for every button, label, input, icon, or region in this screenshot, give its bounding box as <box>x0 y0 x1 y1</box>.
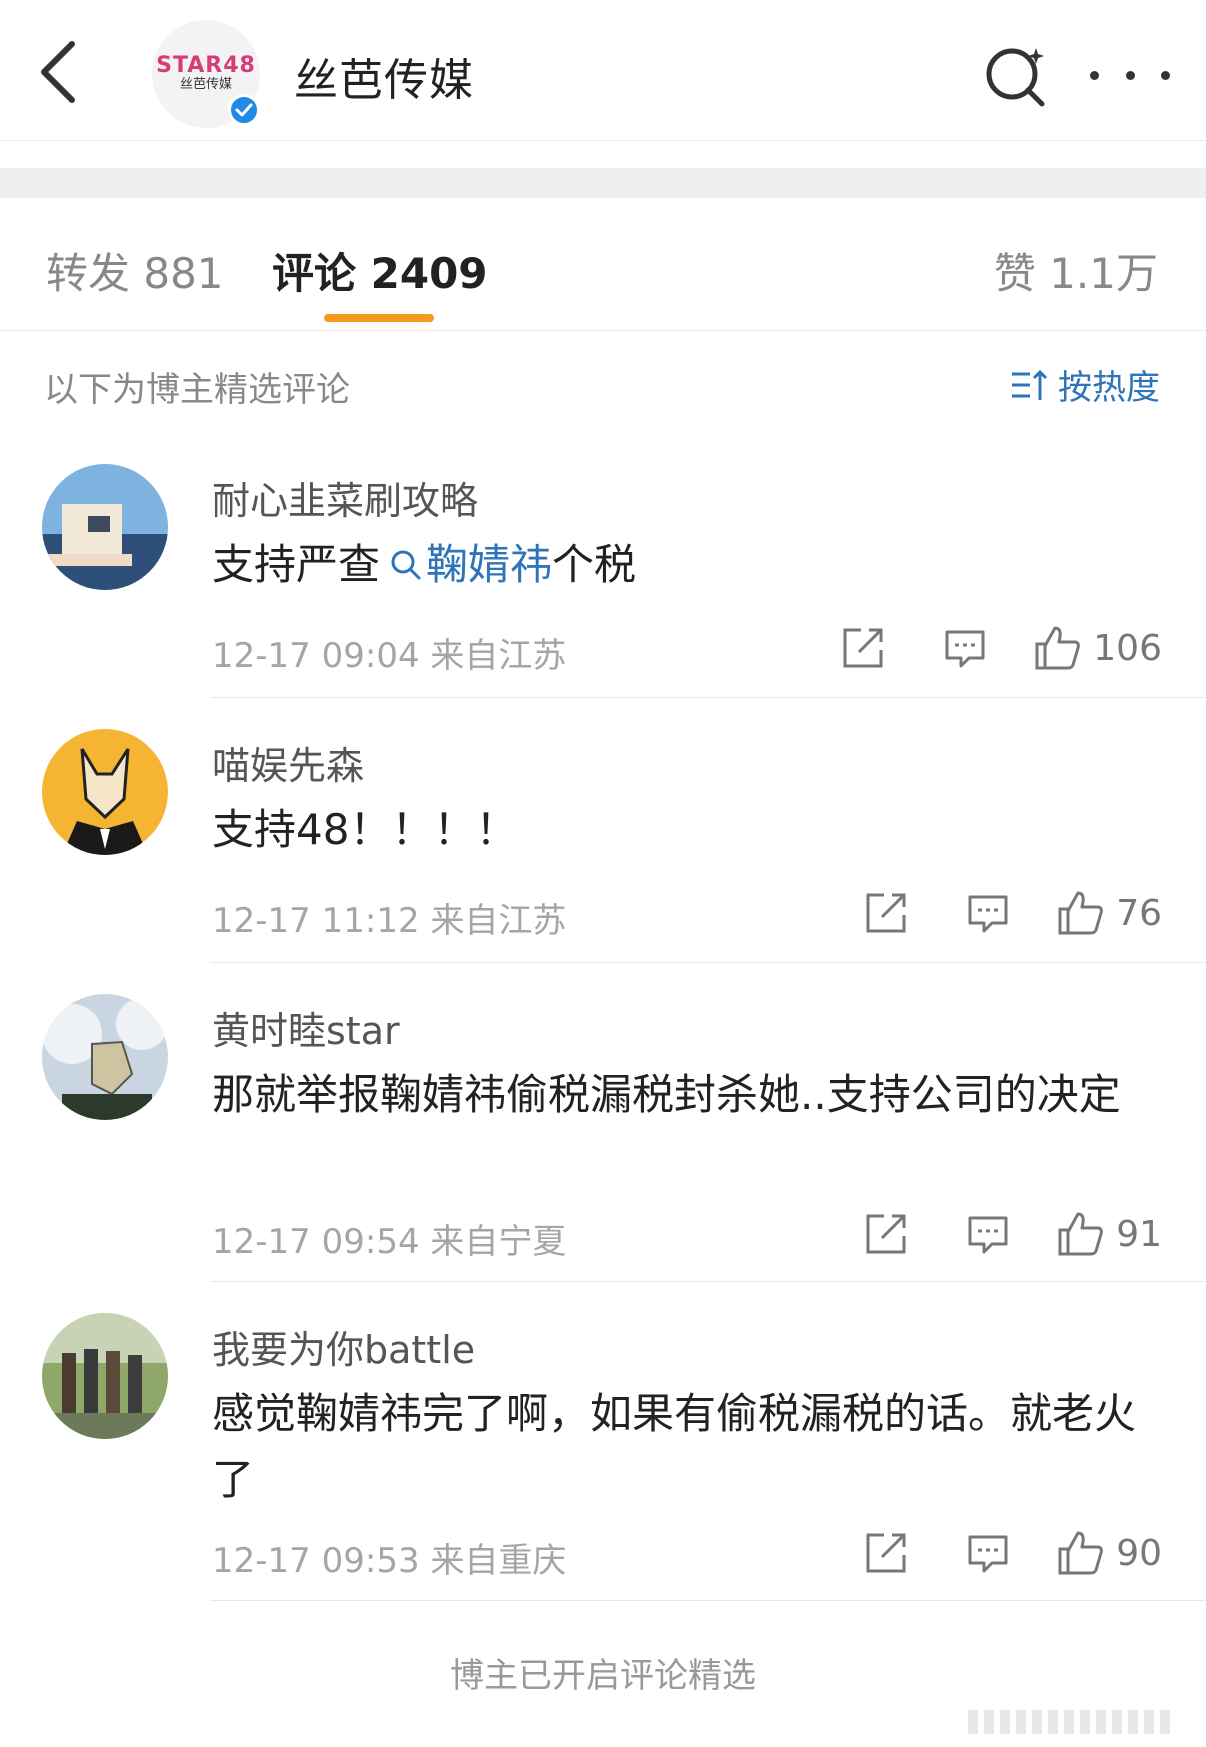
like-button[interactable]: 90 <box>1056 1529 1162 1577</box>
like-count: 90 <box>1116 1532 1162 1574</box>
comment-author[interactable]: 黄时睦star <box>212 1000 400 1055</box>
comment-author[interactable]: 我要为你battle <box>212 1319 475 1374</box>
sort-button[interactable]: 按热度 <box>1010 360 1160 409</box>
avatar[interactable] <box>42 729 168 855</box>
back-arrow-icon <box>41 41 75 103</box>
back-button[interactable] <box>28 36 88 108</box>
topic-link-label: 鞠婧祎 <box>426 540 553 589</box>
comment-icon <box>968 1216 1008 1254</box>
reply-button[interactable] <box>960 885 1016 941</box>
watermark-glyph <box>968 1710 1170 1734</box>
comment-item: 黄时睦star 那就举报鞠婧祎偷税漏税封杀她..支持公司的决定 12-17 09… <box>0 990 1206 1290</box>
logo-text: STAR48 <box>156 53 256 79</box>
like-button[interactable]: 106 <box>1033 624 1162 672</box>
avatar[interactable] <box>42 994 168 1120</box>
thumbs-up-icon <box>1058 891 1104 935</box>
search-button[interactable] <box>980 40 1052 112</box>
comment-meta: 12-17 09:54 来自宁夏 <box>212 1222 567 1262</box>
more-button[interactable] <box>1090 50 1170 100</box>
comment-item: 我要为你battle 感觉鞠婧祎完了啊，如果有偷税漏税的话。就老火了 12-17… <box>0 1309 1206 1609</box>
comment-icon <box>968 895 1008 933</box>
sort-icon <box>1012 369 1048 400</box>
comment-text: 支持48！！！！ <box>212 805 518 854</box>
comment-item: 喵娱先森 支持48！！！！ 12-17 11:12 来自江苏 76 <box>0 725 1206 965</box>
comment-actions: 91 <box>858 1206 1162 1262</box>
comment-text-part: 支持严查 <box>212 540 381 589</box>
comment-icon <box>945 630 985 668</box>
share-icon <box>843 628 883 668</box>
search-icon <box>986 48 1045 107</box>
share-button[interactable] <box>858 1525 914 1581</box>
comment-meta: 12-17 09:04 来自江苏 <box>212 636 567 676</box>
like-button[interactable]: 76 <box>1056 889 1162 937</box>
topic-link[interactable]: 鞠婧祎 <box>380 540 552 589</box>
like-button[interactable]: 91 <box>1056 1210 1162 1258</box>
search-small-icon <box>391 550 421 580</box>
more-icon <box>1090 70 1099 80</box>
thumbs-up-icon <box>1058 1531 1104 1575</box>
tab-comment[interactable]: 评论 2409 <box>272 240 488 301</box>
comment-text-part: 个税 <box>552 540 637 589</box>
share-icon <box>866 1533 906 1573</box>
comment-divider <box>210 1600 1206 1601</box>
like-count: 91 <box>1116 1213 1162 1255</box>
tab-like[interactable]: 赞 1.1万 <box>994 240 1158 301</box>
share-button[interactable] <box>835 620 891 676</box>
comment-actions: 106 <box>835 620 1162 676</box>
comment-text: 支持严查 鞠婧祎个税 <box>212 532 1142 598</box>
share-button[interactable] <box>858 1206 914 1262</box>
tab-bar: 转发 881 评论 2409 赞 1.1万 <box>0 198 1206 331</box>
avatar[interactable] <box>42 464 168 590</box>
reply-button[interactable] <box>960 1525 1016 1581</box>
more-icon-dot <box>1161 70 1170 80</box>
share-icon <box>866 1214 906 1254</box>
share-button[interactable] <box>858 885 914 941</box>
thumbs-up-icon <box>1035 626 1081 670</box>
avatar[interactable] <box>42 1313 168 1439</box>
reply-button[interactable] <box>937 620 993 676</box>
top-bar: STAR48 丝芭传媒 丝芭传媒 <box>0 0 1206 141</box>
comment-divider <box>210 1281 1206 1282</box>
logo-subtext: 丝芭传媒 <box>179 77 232 93</box>
tab-repost[interactable]: 转发 881 <box>46 240 224 301</box>
sort-label: 按热度 <box>1058 368 1160 408</box>
comment-author[interactable]: 喵娱先森 <box>212 735 364 790</box>
footer-note: 博主已开启评论精选 <box>450 1656 756 1696</box>
share-icon <box>866 893 906 933</box>
comment-meta: 12-17 11:12 来自江苏 <box>212 901 567 941</box>
like-count: 76 <box>1116 892 1162 934</box>
comment-icon <box>968 1535 1008 1573</box>
comment-text: 感觉鞠婧祎完了啊，如果有偷税漏税的话。就老火了 <box>212 1389 1137 1504</box>
active-tab-indicator <box>324 314 434 322</box>
comment-author[interactable]: 耐心韭菜刷攻略 <box>212 470 478 525</box>
separator-band <box>0 168 1206 198</box>
section-caption: 以下为博主精选评论 <box>44 370 350 410</box>
more-icon-dot <box>1125 70 1135 80</box>
reply-button[interactable] <box>960 1206 1016 1262</box>
comment-actions: 90 <box>858 1525 1162 1581</box>
comment-meta: 12-17 09:53 来自重庆 <box>212 1541 567 1581</box>
comment-actions: 76 <box>858 885 1162 941</box>
like-count: 106 <box>1093 627 1162 669</box>
comment-text: 那就举报鞠婧祎偷税漏税封杀她..支持公司的决定 <box>212 1070 1121 1119</box>
account-name[interactable]: 丝芭传媒 <box>294 44 474 108</box>
thumbs-up-icon <box>1058 1212 1104 1256</box>
comment-item: 耐心韭菜刷攻略 支持严查 鞠婧祎个税 12-17 09:04 来自江苏 106 <box>0 460 1206 700</box>
comment-divider <box>210 962 1206 963</box>
comment-divider <box>210 697 1206 698</box>
verified-icon <box>228 94 260 126</box>
